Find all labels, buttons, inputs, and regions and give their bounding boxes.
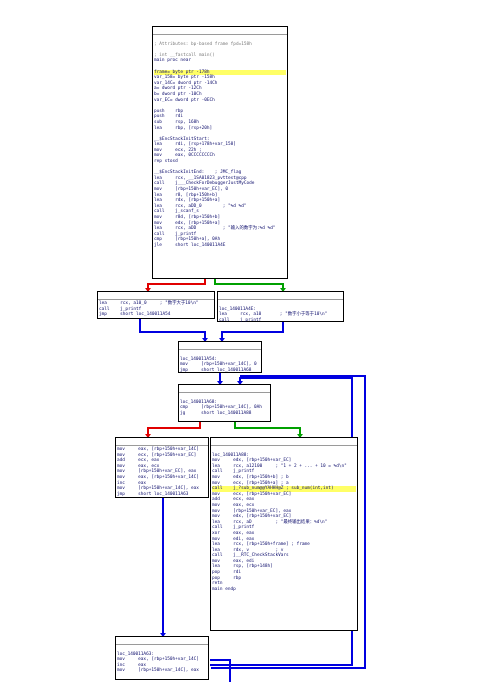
edge-main-to-right — [214, 279, 284, 291]
right-branch-block[interactable]: loc_140011A4E: lea rcx, a10 ; "数字小于等于10\n… — [217, 291, 344, 323]
code-line: lea rcx, a10_0 ; "数字大于10\n" — [99, 301, 199, 306]
block-header — [211, 438, 357, 446]
code-line: mov eax, [rbp+150h+var_14C] — [117, 447, 199, 452]
code-line: mov [rbp+150h+var_14C], eax — [117, 486, 199, 492]
code-line: jmp short loc_140011A63 — [117, 491, 189, 497]
right-branch-code: loc_140011A4E: lea rcx, a10 ; "数字小于等于10\n… — [218, 300, 343, 323]
exit-block-code: loc_140011A88: mov edx, [rbp+150h+var_EC]… — [211, 446, 357, 592]
edge-main-to-left — [147, 279, 206, 291]
edge-cond-to-exit — [234, 422, 301, 437]
code-line: lea rcx, a10 ; "数字小于等于10\n" — [219, 312, 328, 318]
loop-cond-code: loc_140011A68: cmp [rbp+150h+var_14C], 0A… — [179, 393, 270, 416]
code-line: jle short loc_140011A4E — [154, 242, 226, 248]
left-branch-code: lea rcx, a10_0 ; "数字大于10\n" call j_printf… — [98, 300, 214, 318]
code-line: cmp [rbp+150h+var_14C], 0Ah — [180, 405, 262, 411]
loop-body-code: mov eax, [rbp+150h+var_14C] mov ecx, [rbp… — [116, 446, 208, 497]
block-header — [153, 27, 287, 35]
main-block-code: ; Attributes: bp-based frame fpd=158h ; … — [153, 35, 287, 249]
code-line: mov eax, [rbp+150h+var_14C] — [117, 474, 199, 480]
exit-block[interactable]: loc_140011A88: mov edx, [rbp+150h+var_EC]… — [210, 437, 358, 631]
code-line: jmp short loc_140011A54 — [99, 312, 171, 318]
code-line: call j_printf — [219, 317, 262, 323]
code-line: jmp short loc_140011A68 — [180, 367, 252, 373]
code-line: mov eax, [rbp+150h+var_14C] — [117, 657, 199, 663]
edge-left-to-merge — [139, 319, 206, 341]
loop-inc-code: loc_140011A63: mov eax, [rbp+150h+var_14C… — [116, 645, 208, 674]
block-header — [98, 292, 214, 300]
left-branch-block[interactable]: lea rcx, a10_0 ; "数字大于10\n" call j_printf… — [97, 291, 215, 319]
block-header — [179, 385, 270, 393]
loop-body-block[interactable]: mov eax, [rbp+150h+var_14C] mov ecx, [rbp… — [115, 437, 209, 498]
block-header — [116, 438, 208, 446]
block-header — [218, 292, 343, 300]
code-line: lea rcx, aDD ; "输入的数字为:%d %d" — [154, 226, 276, 232]
loop-inc-block[interactable]: loc_140011A63: mov eax, [rbp+150h+var_14C… — [115, 636, 209, 680]
code-line: mov [rbp+150h+var_14C], 0 — [180, 362, 257, 368]
edge-right-to-merge — [221, 322, 284, 341]
loop-cond-block[interactable]: loc_140011A68: cmp [rbp+150h+var_14C], 0A… — [178, 384, 271, 422]
code-line: mov [rbp+150h+var_14C], eax — [117, 668, 199, 674]
merge-block-code: loc_140011A54: mov [rbp+150h+var_14C], 0j… — [179, 350, 261, 373]
main-block[interactable]: ; Attributes: bp-based frame fpd=158h ; … — [152, 26, 288, 279]
merge-block[interactable]: loc_140011A54: mov [rbp+150h+var_14C], 0j… — [178, 341, 262, 373]
block-header — [116, 637, 208, 645]
edge-cond-to-body — [147, 422, 201, 437]
code-line: main endp — [212, 586, 236, 592]
block-header — [179, 342, 261, 350]
code-line: jg short loc_140011A88 — [180, 410, 252, 416]
